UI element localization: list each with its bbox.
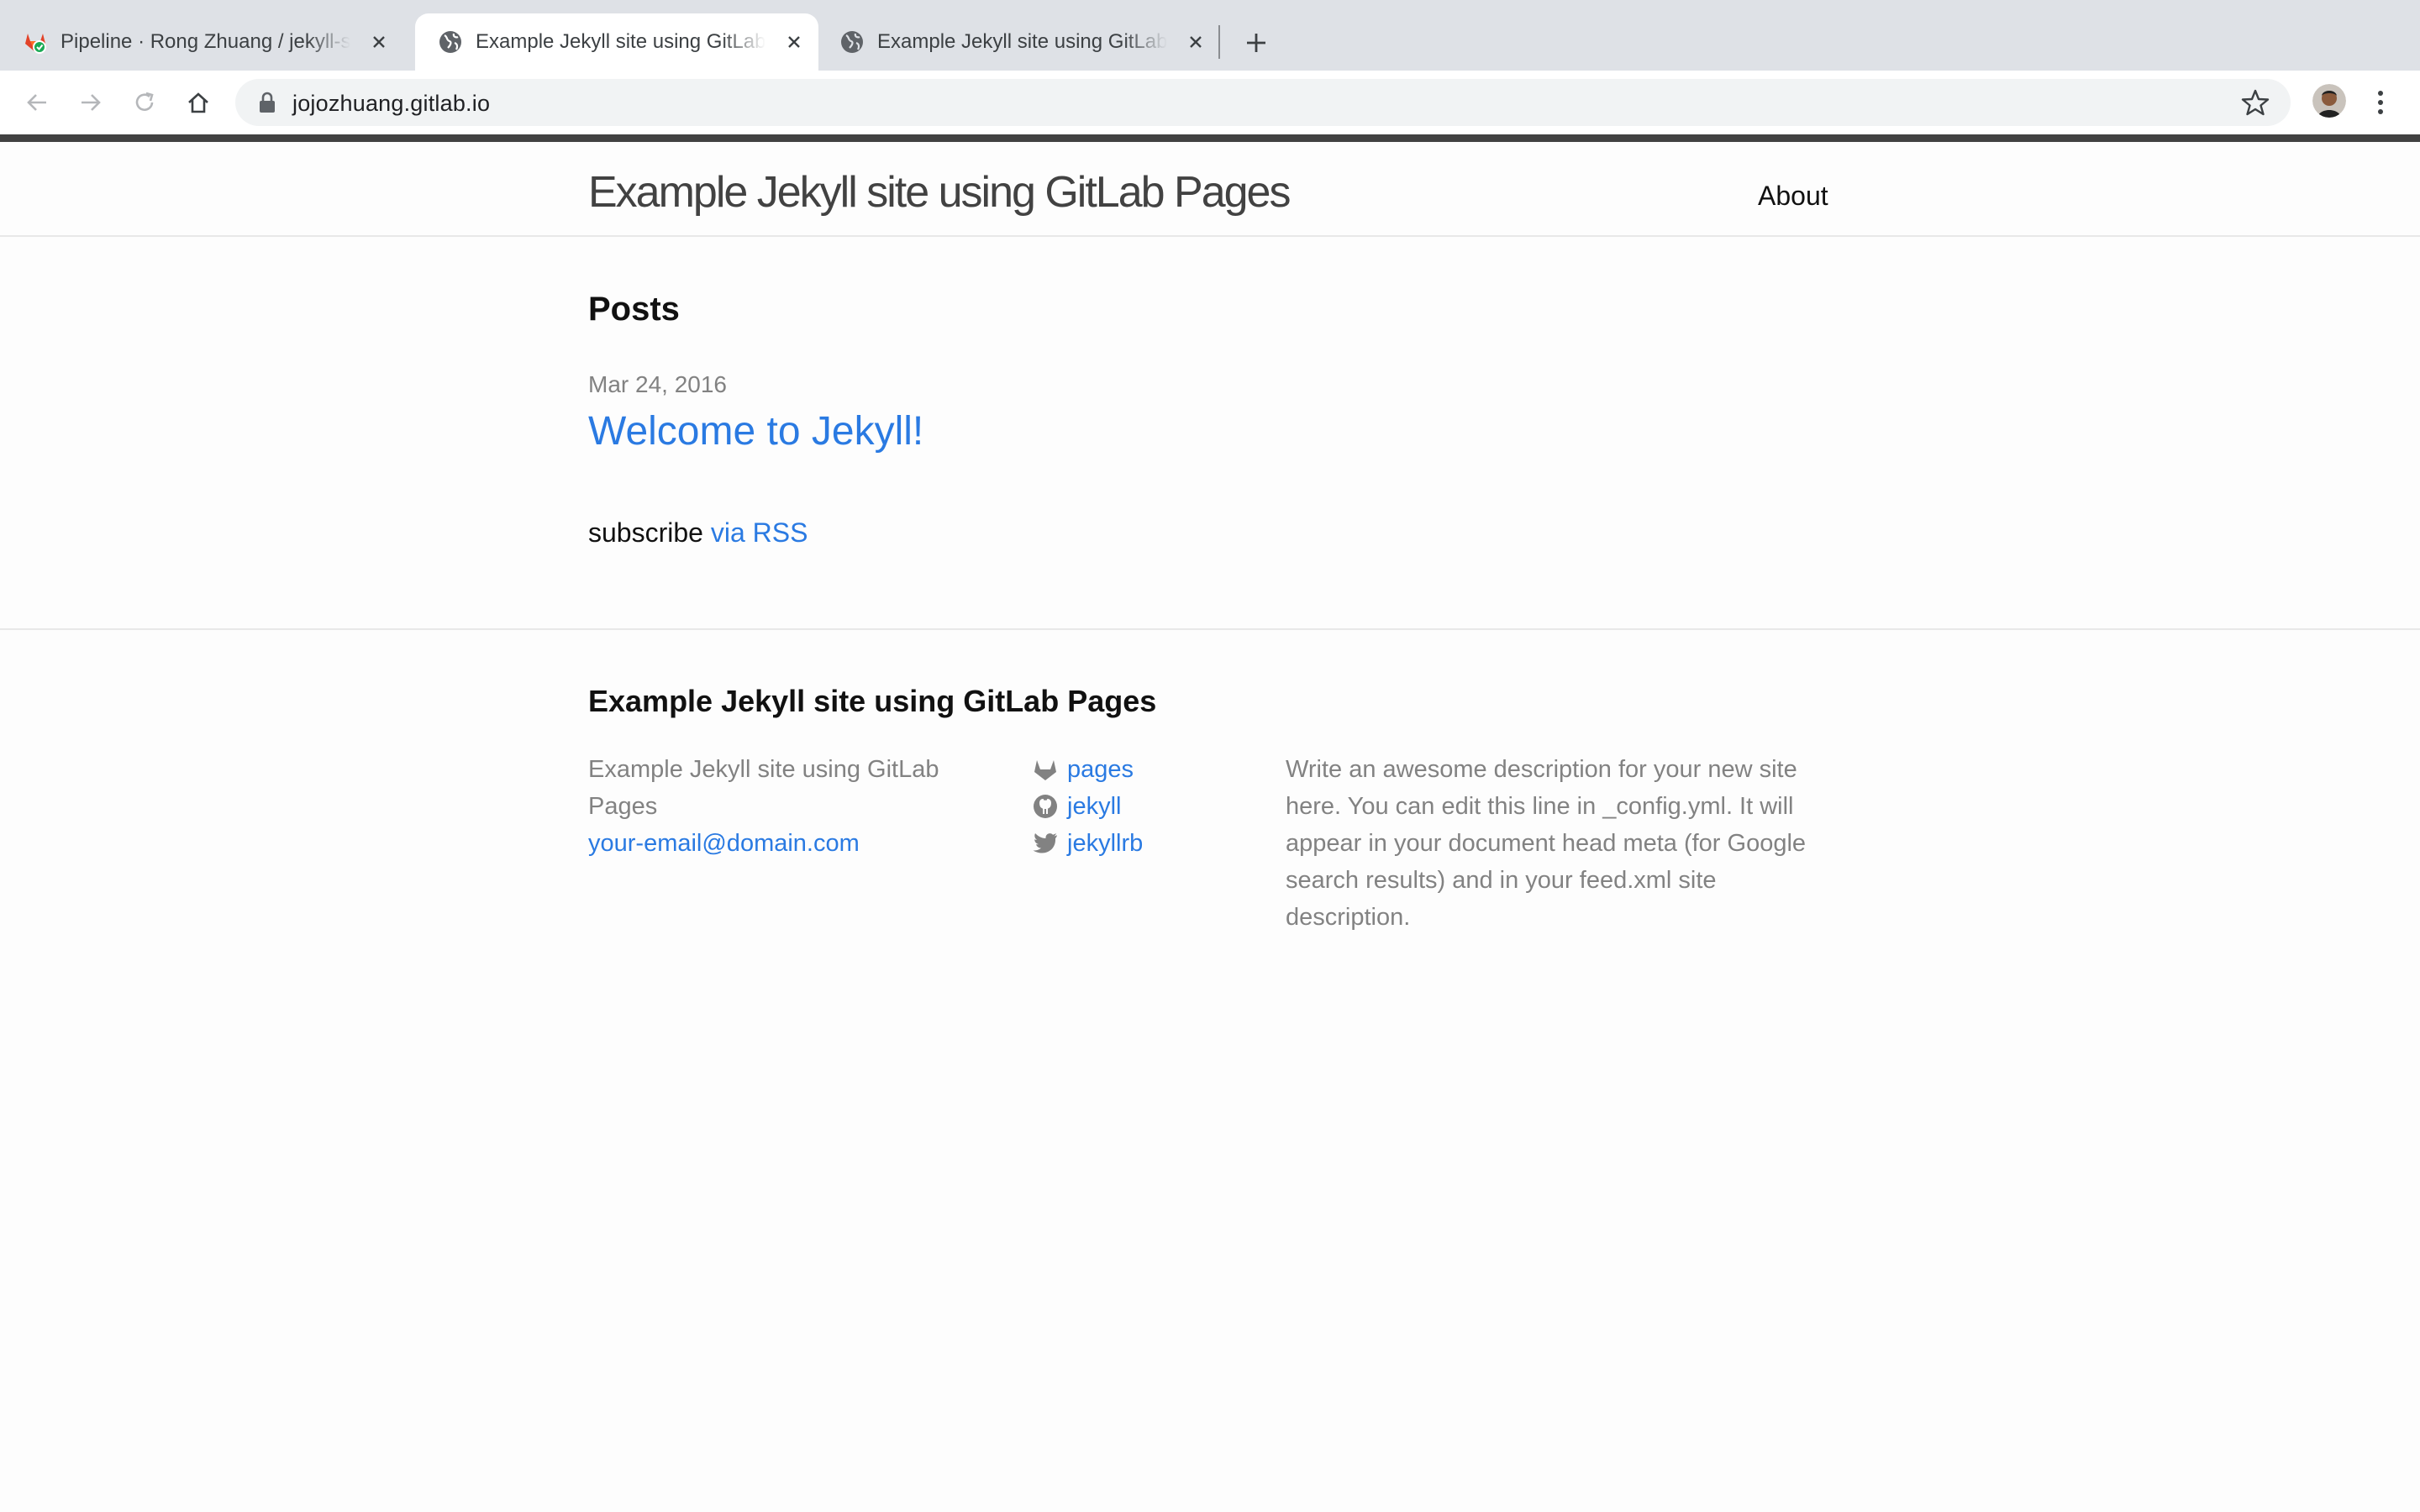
- back-button[interactable]: [18, 84, 55, 121]
- reload-button[interactable]: [126, 84, 163, 121]
- home-button[interactable]: [180, 84, 217, 121]
- site-title[interactable]: Example Jekyll site using GitLab Pages: [588, 167, 1291, 218]
- forward-arrow-icon: [82, 94, 101, 111]
- site-footer: Example Jekyll site using GitLab Pages E…: [0, 630, 2420, 966]
- tab-title: Pipeline · Rong Zhuang / jekyll-site: [60, 30, 350, 53]
- twitter-icon: [1032, 830, 1059, 857]
- github-icon: [1032, 793, 1059, 820]
- more-vertical-icon: [2378, 91, 2383, 114]
- page-content: Posts Mar 24, 2016 Welcome to Jekyll! su…: [0, 237, 2420, 630]
- globe-icon: [437, 29, 464, 55]
- post-link[interactable]: Welcome to Jekyll!: [588, 408, 923, 454]
- footer-site-name: Example Jekyll site using GitLab Pages: [588, 756, 939, 820]
- tab-title: Example Jekyll site using GitLab Pages: [476, 30, 765, 53]
- reload-icon: [135, 92, 154, 111]
- social-item-gitlab: pages: [1032, 751, 1250, 788]
- tab-jekyll-active[interactable]: Example Jekyll site using GitLab Pages: [415, 13, 818, 71]
- url-text[interactable]: jojozhuang.gitlab.io: [292, 91, 490, 117]
- tab-jekyll[interactable]: Example Jekyll site using GitLab Pages: [817, 13, 1220, 71]
- close-icon[interactable]: [780, 28, 808, 56]
- rss-link[interactable]: via RSS: [711, 517, 808, 548]
- footer-email-link[interactable]: your-email@domain.com: [588, 825, 983, 862]
- close-icon[interactable]: [365, 28, 393, 56]
- footer-heading: Example Jekyll site using GitLab Pages: [588, 684, 1157, 718]
- gitlab-icon: [22, 29, 49, 55]
- social-item-github: jekyll: [1032, 788, 1250, 825]
- close-icon[interactable]: [1181, 28, 1210, 56]
- address-bar[interactable]: jojozhuang.gitlab.io: [235, 79, 2291, 126]
- social-link-pages[interactable]: pages: [1067, 751, 1134, 788]
- nav-about-link[interactable]: About: [1758, 181, 1828, 212]
- browser-menu-button[interactable]: [2368, 84, 2393, 121]
- globe-icon: [839, 29, 865, 55]
- social-link-twitter[interactable]: jekyllrb: [1067, 825, 1143, 862]
- footer-description: Write an awesome description for your ne…: [1286, 756, 1807, 931]
- browser-toolbar: jojozhuang.gitlab.io: [0, 71, 2420, 134]
- lock-icon: [257, 92, 277, 113]
- rss-subscribe: subscribe via RSS: [588, 517, 808, 549]
- tab-separator: [1218, 25, 1220, 59]
- page-heading: Posts: [588, 291, 680, 328]
- footer-contact: Example Jekyll site using GitLab Pages y…: [588, 751, 983, 862]
- profile-avatar[interactable]: [2312, 84, 2346, 118]
- social-link-jekyll[interactable]: jekyll: [1067, 788, 1121, 825]
- home-icon: [188, 92, 208, 113]
- tab-strip: Pipeline · Rong Zhuang / jekyll-site Exa…: [0, 0, 2420, 71]
- footer-social: pages jekyll jekyllrb: [1032, 751, 1250, 862]
- tab-pipeline[interactable]: Pipeline · Rong Zhuang / jekyll-site: [0, 13, 403, 71]
- bookmark-star-icon[interactable]: [2240, 87, 2270, 118]
- social-item-twitter: jekyllrb: [1032, 825, 1250, 862]
- forward-button[interactable]: [72, 84, 109, 121]
- new-tab-button[interactable]: [1237, 24, 1276, 62]
- post-date: Mar 24, 2016: [588, 371, 727, 397]
- rss-prefix: subscribe: [588, 517, 703, 548]
- site-header: Example Jekyll site using GitLab Pages A…: [0, 134, 2420, 237]
- tab-title: Example Jekyll site using GitLab Pages: [877, 30, 1167, 53]
- plus-icon: [1247, 34, 1265, 52]
- gitlab-icon: [1032, 756, 1059, 783]
- back-arrow-icon: [27, 94, 46, 111]
